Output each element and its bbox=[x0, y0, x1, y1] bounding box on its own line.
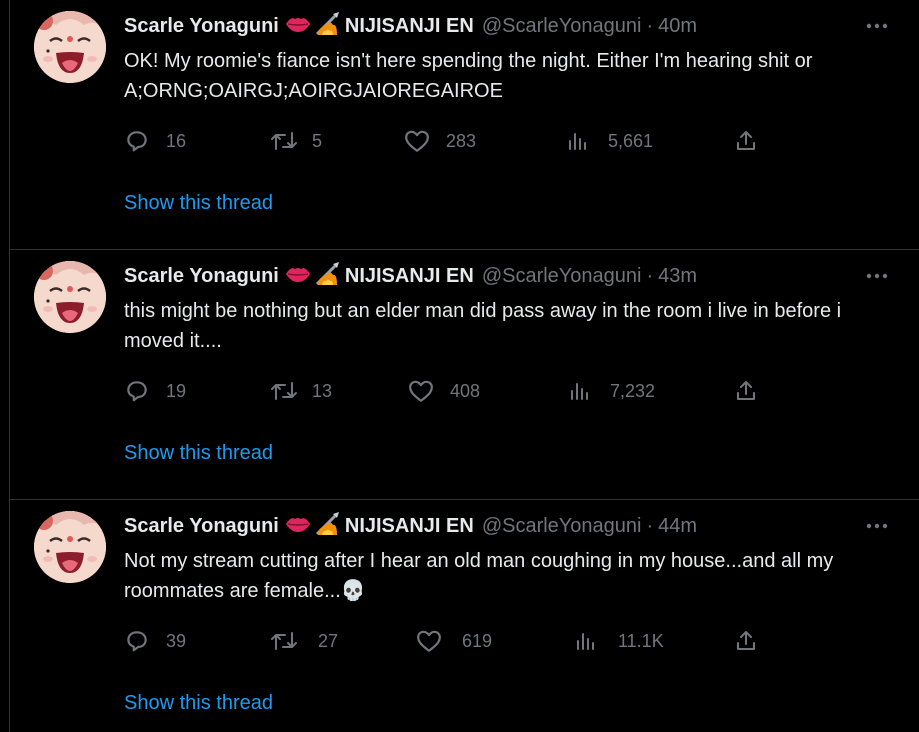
like-button[interactable]: 619 bbox=[416, 626, 492, 656]
views-count: 11.1K bbox=[618, 630, 664, 651]
retweet-icon bbox=[271, 382, 297, 400]
timestamp[interactable]: 40m bbox=[658, 15, 697, 38]
views-icon bbox=[571, 383, 588, 400]
reply-icon bbox=[127, 631, 147, 652]
share-button[interactable] bbox=[734, 126, 758, 156]
tweet-actions: 16 5 283 5,661 bbox=[124, 126, 764, 156]
retweet-count: 27 bbox=[318, 630, 339, 651]
avatar[interactable] bbox=[34, 511, 106, 583]
separator-dot: · bbox=[646, 514, 654, 537]
tweet[interactable]: Scarle Yonaguni NIJISANJI EN @ScarleYona… bbox=[10, 0, 919, 250]
avatar[interactable] bbox=[34, 11, 106, 83]
tweet-header: Scarle Yonaguni NIJISANJI EN @ScarleYona… bbox=[124, 511, 697, 541]
tweet-actions: 39 27 619 11.1K bbox=[124, 626, 764, 656]
display-name[interactable]: Scarle Yonaguni bbox=[124, 15, 279, 38]
share-icon bbox=[737, 381, 755, 400]
lips-icon bbox=[285, 15, 311, 38]
like-count: 408 bbox=[450, 380, 481, 401]
org-name: NIJISANJI EN bbox=[344, 514, 474, 537]
tweet[interactable]: Scarle Yonaguni NIJISANJI EN @ScarleYona… bbox=[10, 500, 919, 732]
show-thread-link[interactable]: Show this thread bbox=[124, 442, 273, 465]
display-name[interactable]: Scarle Yonaguni bbox=[124, 265, 279, 288]
timestamp[interactable]: 44m bbox=[658, 515, 697, 538]
views-count: 7,232 bbox=[610, 380, 656, 401]
show-thread-link[interactable]: Show this thread bbox=[124, 192, 273, 215]
tweet-header: Scarle Yonaguni NIJISANJI EN @ScarleYona… bbox=[124, 11, 697, 41]
org-name: NIJISANJI EN bbox=[344, 14, 474, 37]
user-handle[interactable]: @ScarleYonaguni bbox=[482, 515, 642, 538]
share-icon bbox=[737, 131, 755, 150]
views-count: 5,661 bbox=[608, 130, 654, 151]
torch-icon bbox=[315, 511, 343, 541]
user-handle[interactable]: @ScarleYonaguni bbox=[482, 265, 642, 288]
torch-icon bbox=[315, 11, 343, 41]
tweet-feed: Scarle Yonaguni NIJISANJI EN @ScarleYona… bbox=[0, 0, 919, 732]
tweet-text: OK! My roomie's fiance isn't here spendi… bbox=[124, 50, 813, 102]
like-icon bbox=[409, 380, 433, 402]
views-icon bbox=[577, 633, 594, 650]
more-icon[interactable] bbox=[865, 16, 889, 36]
like-button[interactable]: 408 bbox=[408, 376, 480, 406]
views-button[interactable]: 7,232 bbox=[568, 376, 655, 406]
reply-count: 39 bbox=[166, 630, 187, 651]
timestamp[interactable]: 43m bbox=[658, 265, 697, 288]
tweet[interactable]: Scarle Yonaguni NIJISANJI EN @ScarleYona… bbox=[10, 250, 919, 500]
display-name[interactable]: Scarle Yonaguni bbox=[124, 515, 279, 538]
views-icon bbox=[569, 133, 586, 150]
views-button[interactable]: 5,661 bbox=[566, 126, 653, 156]
share-button[interactable] bbox=[734, 376, 758, 406]
lips-icon bbox=[285, 515, 311, 538]
tweet-actions: 19 13 408 7,232 bbox=[124, 376, 764, 406]
user-handle[interactable]: @ScarleYonaguni bbox=[482, 15, 642, 38]
reply-icon bbox=[127, 131, 147, 152]
share-button[interactable] bbox=[734, 626, 758, 656]
retweet-icon bbox=[271, 132, 297, 150]
tweet-text: this might be nothing but an elder man d… bbox=[124, 300, 842, 352]
tweet-header: Scarle Yonaguni NIJISANJI EN @ScarleYona… bbox=[124, 261, 697, 291]
separator-dot: · bbox=[646, 264, 654, 287]
retweet-button[interactable]: 27 bbox=[270, 626, 338, 656]
like-count: 619 bbox=[462, 630, 493, 651]
like-count: 283 bbox=[446, 130, 477, 151]
retweet-icon bbox=[271, 632, 297, 650]
reply-button[interactable]: 16 bbox=[124, 126, 186, 156]
like-icon bbox=[417, 630, 441, 652]
reply-count: 16 bbox=[166, 130, 187, 151]
like-icon bbox=[405, 130, 429, 152]
reply-button[interactable]: 19 bbox=[124, 376, 186, 406]
views-button[interactable]: 11.1K bbox=[574, 626, 664, 656]
more-icon[interactable] bbox=[865, 266, 889, 286]
org-name: NIJISANJI EN bbox=[344, 264, 474, 287]
retweet-count: 5 bbox=[312, 130, 323, 151]
retweet-button[interactable]: 13 bbox=[270, 376, 332, 406]
reply-icon bbox=[127, 381, 147, 402]
reply-button[interactable]: 39 bbox=[124, 626, 186, 656]
avatar[interactable] bbox=[34, 261, 106, 333]
like-button[interactable]: 283 bbox=[404, 126, 476, 156]
tweet-text: Not my stream cutting after I hear an ol… bbox=[124, 550, 834, 602]
lips-icon bbox=[285, 265, 311, 288]
more-icon[interactable] bbox=[865, 516, 889, 536]
retweet-count: 13 bbox=[312, 380, 333, 401]
share-icon bbox=[737, 631, 755, 650]
show-thread-link[interactable]: Show this thread bbox=[124, 692, 273, 715]
separator-dot: · bbox=[646, 14, 654, 37]
reply-count: 19 bbox=[166, 380, 187, 401]
retweet-button[interactable]: 5 bbox=[270, 126, 322, 156]
torch-icon bbox=[315, 261, 343, 291]
